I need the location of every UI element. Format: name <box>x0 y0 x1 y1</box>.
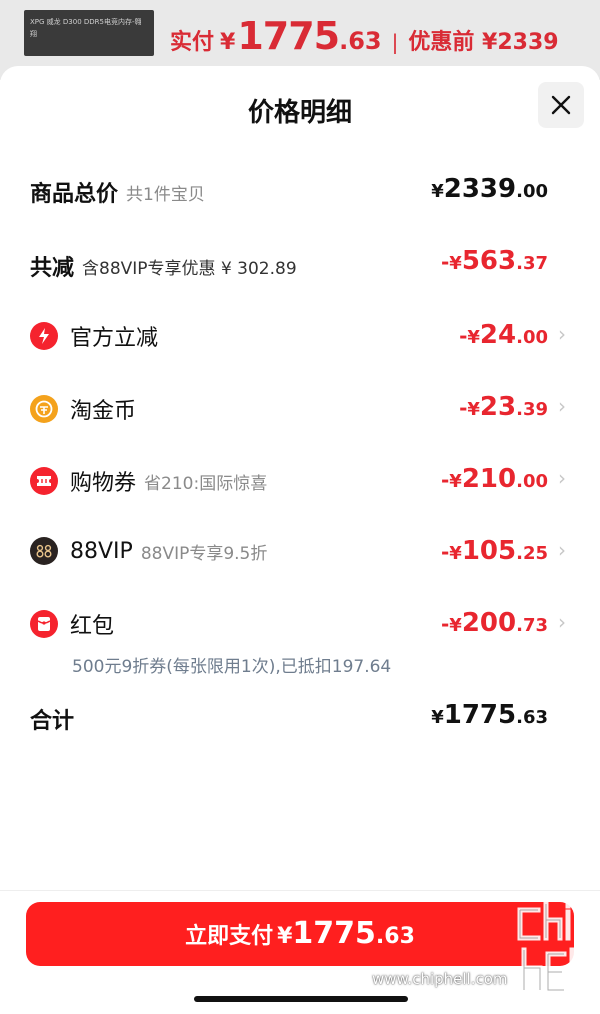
coin-icon <box>30 395 58 423</box>
product-thumb-text: XPG 威龙 D300 DDR5电竞内存-翱翔 <box>30 18 142 38</box>
pay-dec: .63 <box>375 924 415 949</box>
red-packet-amount: - ¥ 200 .73 <box>440 608 548 638</box>
shopping-coupon-amount: - ¥ 210 .00 <box>440 464 548 494</box>
pay-label: 立即支付 <box>185 924 274 949</box>
goods-total-label: 商品总价 <box>30 182 119 207</box>
lightning-icon <box>30 322 58 350</box>
official-discount-label: 官方立减 <box>70 326 159 351</box>
chevron-right-icon[interactable]: › <box>558 322 566 346</box>
close-button[interactable] <box>538 82 584 128</box>
chiphell-logo-icon <box>517 901 583 993</box>
shopping-coupon-label: 购物券 <box>70 471 137 496</box>
watermark-url: www.chiphell.com <box>372 970 508 988</box>
vip-note: 88VIP专享9.5折 <box>140 543 268 564</box>
paid-label: 实付 <box>170 30 215 55</box>
reduction-amount: - ¥ 563 .37 <box>440 246 548 276</box>
paid-int: 1775 <box>237 14 340 58</box>
official-discount-amount: - ¥ 24 .00 <box>459 320 548 350</box>
pay-now-button[interactable]: 立即支付 ¥ 1775 .63 <box>26 902 574 966</box>
sum-label: 合计 <box>30 709 75 734</box>
close-icon <box>551 95 571 115</box>
goods-total-amount: ¥ 2339 .00 <box>431 174 548 204</box>
red-packet-label: 红包 <box>70 614 115 639</box>
red-packet-note: 500元9折券(每张限用1次),已抵扣197.64 <box>72 657 392 677</box>
price-separator: | <box>391 30 399 54</box>
product-thumbnail: XPG 威龙 D300 DDR5电竞内存-翱翔 <box>24 10 154 56</box>
reduction-label: 共减 <box>30 256 75 281</box>
reduction-vip-note: 含88VIP专享优惠 ¥ 302.89 <box>82 258 297 279</box>
tao-coin-amount: - ¥ 23 .39 <box>459 392 548 422</box>
chevron-right-icon[interactable]: › <box>558 394 566 418</box>
tao-coin-label: 淘金币 <box>70 399 137 424</box>
pay-currency: ¥ <box>277 924 293 949</box>
chevron-right-icon[interactable]: › <box>558 538 566 562</box>
goods-total-count: 共1件宝贝 <box>126 184 205 205</box>
red-packet-icon <box>30 610 58 638</box>
vip-amount: - ¥ 105 .25 <box>440 536 548 566</box>
chevron-right-icon[interactable]: › <box>558 610 566 634</box>
shopping-coupon-note: 省210:国际惊喜 <box>144 473 268 494</box>
footer-divider <box>0 890 600 891</box>
home-indicator[interactable] <box>194 996 408 1002</box>
vip-88-icon <box>30 537 58 565</box>
currency-symbol: ¥ <box>220 30 236 55</box>
sum-amount: ¥ 1775 .63 <box>431 700 548 730</box>
chevron-right-icon[interactable]: › <box>558 466 566 490</box>
header-price: 实付 ¥ 1775 .63 | 优惠前 ¥2339 <box>170 14 559 58</box>
sheet-title: 价格明细 <box>247 98 352 128</box>
vip-label: 88VIP <box>70 538 133 564</box>
paid-dec: .63 <box>339 27 382 55</box>
original-price: 优惠前 ¥2339 <box>408 30 559 55</box>
ticket-icon <box>30 467 58 495</box>
pay-int: 1775 <box>292 916 376 951</box>
